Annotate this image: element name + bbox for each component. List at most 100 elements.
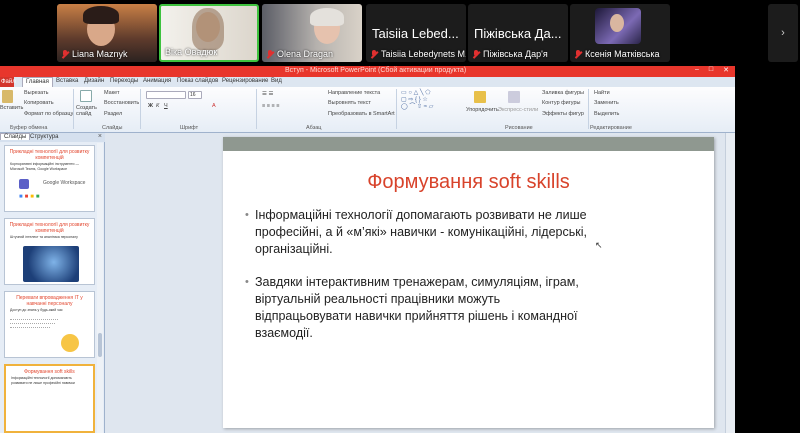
align-icons[interactable]: ≡ ≡ ≡ ≡	[262, 103, 279, 109]
close-icon[interactable]: ✕	[723, 66, 729, 74]
font-color-icon[interactable]: А	[212, 103, 216, 109]
participant-face	[610, 14, 624, 32]
arrange-icon[interactable]	[474, 91, 486, 103]
ribbon-separator	[588, 89, 589, 129]
italic-icon[interactable]: К	[156, 103, 159, 109]
text-direction-button[interactable]: Направление текста	[328, 90, 380, 96]
maximize-icon[interactable]: □	[709, 66, 713, 74]
screen-share-margin	[735, 66, 800, 433]
thumbnail-lines	[10, 323, 55, 325]
app-icons: ■■■■	[19, 194, 42, 200]
mouse-cursor-icon: ↖	[595, 240, 603, 250]
ribbon: Вставить Вырезать Копировать Формат по о…	[0, 87, 735, 133]
slide-bullet: • Завдяки інтерактивним тренажерам, симу…	[245, 275, 579, 340]
tab-insert[interactable]: Вставка	[56, 78, 78, 84]
font-size-select[interactable]: 16	[188, 91, 202, 99]
bullet-icon: •	[245, 276, 249, 288]
slide-title: Формування soft skills	[367, 171, 570, 193]
tab-view[interactable]: Вид	[271, 78, 282, 84]
panel-scrollbar[interactable]	[97, 143, 103, 433]
slide-thumbnail[interactable]: Прикладні технології для розвитку компет…	[4, 145, 95, 212]
thumbnail-text: Корпоративні інформаційні інструменти — …	[10, 162, 79, 171]
tab-file[interactable]: Файл	[0, 77, 16, 87]
tab-design[interactable]: Дизайн	[84, 78, 104, 84]
ribbon-separator	[396, 89, 397, 129]
participant-tile[interactable]: Піжівська Да... Піжівська Дар'я	[468, 4, 568, 62]
format-painter-button[interactable]: Формат по образцу	[24, 111, 73, 117]
tab-slides[interactable]: Слайды	[0, 133, 31, 140]
underline-icon[interactable]: Ч	[164, 103, 168, 109]
thumbnail-lines	[10, 319, 58, 321]
thumbnail-lines	[10, 327, 50, 329]
ribbon-separator	[256, 89, 257, 129]
group-drawing: Рисование	[505, 125, 533, 131]
mic-muted-icon	[266, 49, 274, 59]
slide-bullet: • Інформаційні технології допомагають ро…	[245, 208, 587, 256]
tab-slideshow[interactable]: Показ слайдов	[177, 78, 218, 84]
panel-tabs: Слайды Структура ×	[0, 133, 105, 142]
layout-button[interactable]: Макет	[104, 90, 120, 96]
mic-muted-icon	[574, 49, 582, 59]
participant-hair	[83, 6, 119, 24]
bold-icon[interactable]: Ж	[148, 103, 153, 109]
close-icon[interactable]: ×	[98, 133, 102, 140]
participant-name: Liana Maznyk	[61, 49, 128, 59]
tab-transitions[interactable]: Переходы	[110, 78, 138, 84]
tab-home[interactable]: Главная	[22, 77, 53, 87]
slide-thumbnail[interactable]: Прикладні технології для розвитку компет…	[4, 218, 95, 285]
participant-display-name: Taisiia Lebed...	[372, 26, 459, 41]
select-button[interactable]: Выделить	[594, 111, 619, 117]
shared-screen: Вступ - Microsoft PowerPoint (Сбой актив…	[0, 66, 735, 433]
font-family-select[interactable]	[146, 91, 186, 99]
participant-name: Піжівська Дар'я	[472, 49, 548, 59]
arrange-button[interactable]: Упорядочить	[466, 107, 499, 113]
replace-button[interactable]: Заменить	[594, 100, 619, 106]
chevron-right-icon: ›	[781, 27, 785, 39]
participant-tile[interactable]: Taisiia Lebed... Taisiia Lebedynets M...	[366, 4, 466, 62]
section-button[interactable]: Раздел	[104, 111, 122, 117]
current-slide[interactable]: Формування soft skills • Інформаційні те…	[223, 137, 714, 428]
slide-thumbnail[interactable]: Переваги впровадження ІТ у навчанні перс…	[4, 291, 95, 358]
canvas-scrollbar[interactable]	[725, 133, 735, 433]
slide-thumbnail-selected[interactable]: Формування soft skills Інформаційні техн…	[4, 364, 95, 433]
bullets-icon[interactable]: ☰ ☰	[262, 91, 273, 97]
align-text-button[interactable]: Выровнять текст	[328, 100, 371, 106]
shape-fill-button[interactable]: Заливка фигуры	[542, 90, 584, 96]
window-controls: – □ ✕	[695, 66, 729, 74]
group-editing: Редактирование	[590, 125, 632, 131]
tab-review[interactable]: Рецензирование	[222, 78, 268, 84]
copy-button[interactable]: Копировать	[24, 100, 54, 106]
thumbnail-title: Прикладні технології для розвитку компет…	[9, 222, 90, 234]
new-slide-icon[interactable]	[80, 90, 92, 102]
find-button[interactable]: Найти	[594, 90, 610, 96]
group-font: Шрифт	[180, 125, 199, 131]
quick-styles-icon[interactable]	[508, 91, 520, 103]
ribbon-separator	[73, 89, 74, 129]
teams-logo-icon	[19, 179, 29, 189]
tab-animation[interactable]: Анимация	[143, 78, 171, 84]
group-slides: Слайды	[102, 125, 123, 131]
cut-button[interactable]: Вырезать	[24, 90, 48, 96]
minimize-icon[interactable]: –	[695, 66, 699, 74]
shape-outline-button[interactable]: Контур фигуры	[542, 100, 580, 106]
group-paragraph: Абзац	[306, 125, 322, 131]
paste-icon[interactable]	[2, 90, 13, 103]
shape-effects-button[interactable]: Эффекты фигур	[542, 111, 584, 117]
participant-tile[interactable]: Ксенія Матківська	[570, 4, 670, 62]
new-slide-button[interactable]: Создать слайд	[76, 105, 98, 117]
quick-styles-button[interactable]: Экспресс-стили	[498, 107, 538, 113]
participant-tile[interactable]: Olena Dragan	[262, 4, 362, 62]
thumbnail-title: Прикладні технології для розвитку компет…	[9, 149, 90, 161]
participant-name: Ксенія Матківська	[574, 49, 660, 59]
smartart-button[interactable]: Преобразовать в SmartArt	[328, 111, 395, 117]
participant-tile-active[interactable]: Віка Овадюк	[159, 4, 259, 62]
reset-button[interactable]: Восстановить	[104, 100, 139, 106]
more-participants-button[interactable]: ›	[768, 4, 798, 62]
paste-button[interactable]: Вставить	[0, 105, 23, 111]
participant-tile[interactable]: Liana Maznyk	[57, 4, 157, 62]
shapes-gallery-icon[interactable]: ▭ ○ △ ╲ ⬠ ▢ ⇨ { } ☆ ◯ ⌒ ⇧ ≈ ▱	[401, 90, 433, 111]
ai-image	[23, 246, 79, 282]
scrollbar-thumb[interactable]	[98, 333, 102, 357]
zoom-meeting-window: Liana Maznyk Віка Овадюк Olena Dragan Ta…	[0, 0, 800, 433]
tab-outline[interactable]: Структура	[30, 134, 58, 140]
